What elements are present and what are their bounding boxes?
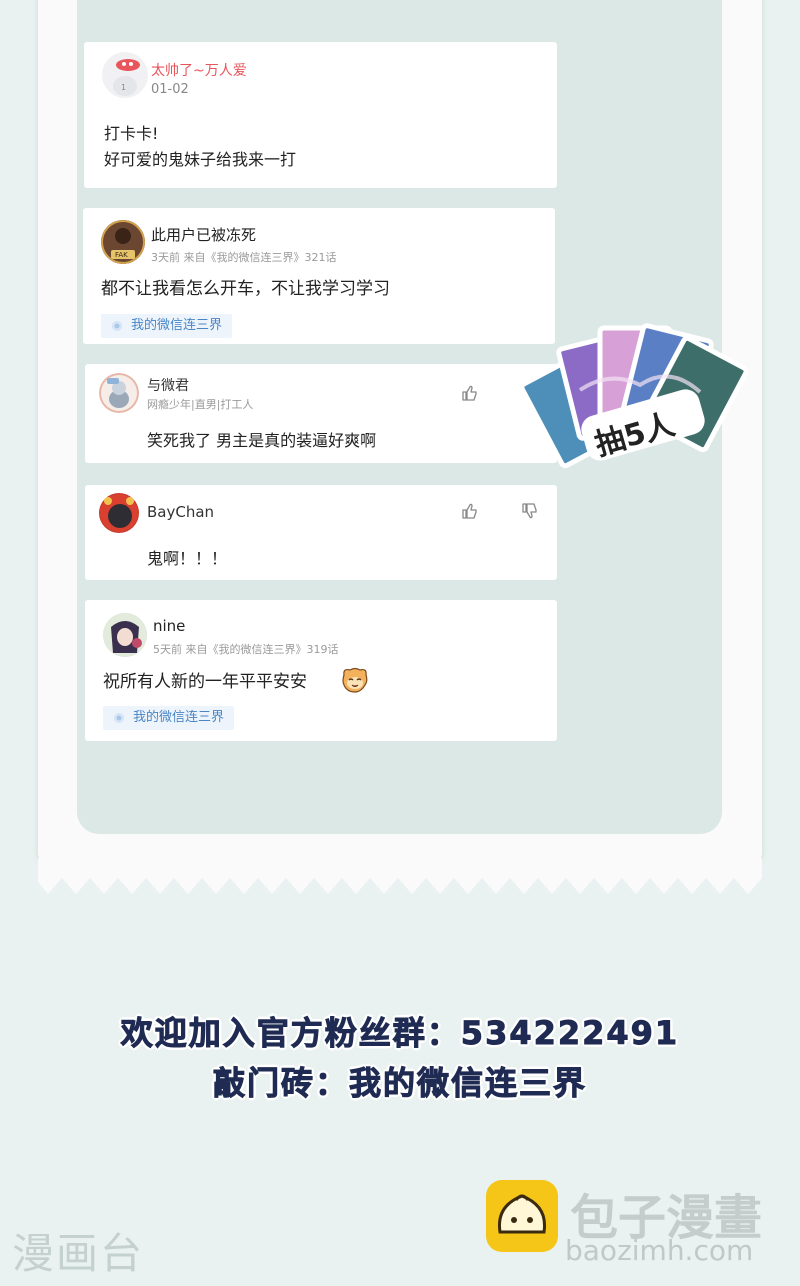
- comment-meta: 5天前 来自《我的微信连三界》319话: [153, 643, 339, 656]
- avatar[interactable]: [99, 493, 139, 533]
- comment-date: 01-02: [151, 82, 189, 97]
- username[interactable]: BayChan: [147, 503, 214, 521]
- comment-text: 都不让我看怎么开车，不让我学习学习: [101, 279, 390, 299]
- comic-tag[interactable]: 我的微信连三界: [101, 314, 233, 338]
- avatar[interactable]: [103, 613, 147, 657]
- comment-card: nine 5天前 来自《我的微信连三界》319话 祝所有人新的一年平平安安 我的…: [85, 600, 557, 741]
- promo-line: 欢迎加入官方粉丝群：534222491: [120, 1014, 680, 1053]
- comment-text: 笑死我了 男主是真的装逼好爽啊: [147, 431, 377, 450]
- badge-text: FAK: [115, 251, 128, 259]
- thumbs-down-icon[interactable]: [521, 502, 539, 520]
- comment-card: 与微君 网瘾少年|直男|打工人 笑死我了 男主是真的装逼好爽啊: [85, 364, 557, 463]
- watermark-left: 漫画台: [12, 1229, 145, 1278]
- bun-logo-icon: [486, 1180, 558, 1252]
- comment-card: 1 太帅了~万人爱 01-02 打卡卡! 好可爱的鬼妹子给我来一打: [84, 42, 557, 188]
- tag-dot-icon: [114, 713, 124, 723]
- avatar[interactable]: 1: [102, 52, 148, 98]
- comment-line: 好可爱的鬼妹子给我来一打: [104, 150, 297, 169]
- tag-dot-icon: [112, 321, 122, 331]
- username[interactable]: 太帅了~万人爱: [151, 60, 247, 80]
- comment-card: FAK 此用户已被冻死 3天前 来自《我的微信连三界》321话 都不让我看怎么开…: [83, 208, 555, 344]
- comic-tag[interactable]: 我的微信连三界: [103, 706, 235, 730]
- tag-label: 我的微信连三界: [133, 710, 225, 725]
- promo-line: 敲门砖：我的微信连三界: [212, 1064, 587, 1103]
- avatar[interactable]: [99, 373, 139, 413]
- comment-text: 祝所有人新的一年平平安安: [103, 672, 307, 692]
- username[interactable]: 此用户已被冻死: [151, 224, 256, 245]
- comment-meta: 3天前 来自《我的微信连三界》321话: [151, 251, 337, 264]
- torn-edge: [38, 858, 762, 894]
- thumbs-up-icon[interactable]: [461, 502, 479, 520]
- draw-prize-sticker: 抽5人: [519, 310, 750, 480]
- avatar[interactable]: FAK: [101, 220, 145, 264]
- username[interactable]: 与微君: [147, 375, 189, 395]
- comment-card: BayChan 鬼啊！！！: [85, 485, 557, 580]
- svg-text:1: 1: [121, 83, 126, 92]
- watermark-url: baozimh.com: [565, 1234, 754, 1267]
- tag-label: 我的微信连三界: [131, 318, 223, 333]
- comment-text: 鬼啊！！！: [147, 549, 228, 568]
- comment-line: 打卡卡!: [104, 124, 159, 143]
- username[interactable]: nine: [153, 617, 185, 635]
- thumbs-up-icon[interactable]: [461, 384, 479, 402]
- emoji-face-icon: [342, 667, 368, 693]
- comment-meta: 网瘾少年|直男|打工人: [147, 398, 254, 411]
